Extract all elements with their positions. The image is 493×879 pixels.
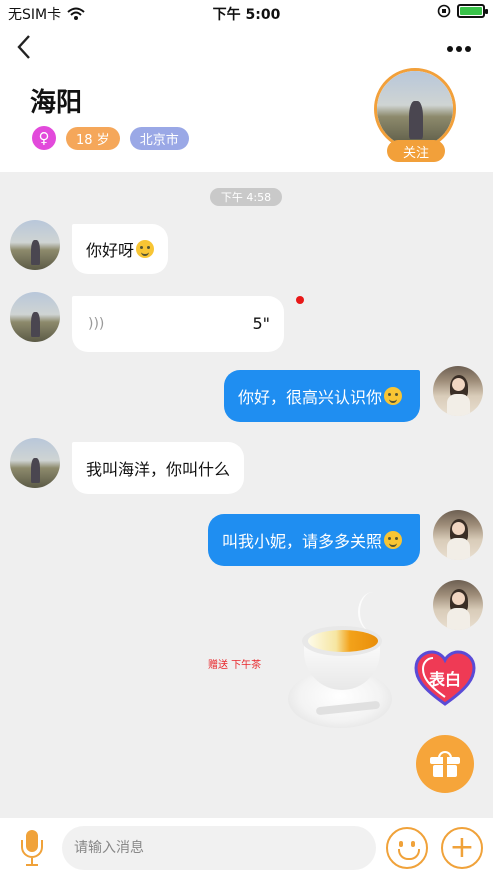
avatar[interactable] (433, 510, 483, 560)
chevron-left-icon (17, 35, 30, 59)
avatar[interactable] (10, 438, 60, 488)
gift-button[interactable] (416, 735, 474, 793)
input-bar: + (0, 818, 493, 879)
voice-message-bubble[interactable]: ))) 5" (72, 296, 284, 352)
unread-dot (296, 296, 304, 304)
age-badge: 18 岁 (66, 126, 120, 150)
gift-caption: 赠送 下午茶 (208, 660, 262, 671)
orientation-lock-icon (437, 4, 451, 18)
profile-header: 海阳 ♀ 18 岁 北京市 关注 (0, 26, 493, 172)
message-text: 你好呀 (86, 241, 135, 260)
profile-avatar[interactable] (374, 68, 456, 150)
plus-icon[interactable]: + (441, 827, 483, 869)
silly-emoji-icon (384, 387, 403, 405)
message-text: 你好，很高兴认识你 (238, 388, 383, 407)
profile-tags: ♀ 18 岁 北京市 (32, 126, 189, 150)
confess-button[interactable]: 表白 (414, 650, 476, 708)
chat-timestamp: 下午 4:58 (210, 188, 282, 206)
grin-emoji-icon (384, 531, 403, 549)
message-bubble[interactable]: 我叫海洋，你叫什么 (72, 442, 245, 494)
message-input[interactable] (62, 826, 376, 870)
message-text: 叫我小妮，请多多关照 (222, 532, 383, 551)
message-bubble[interactable]: 你好，很高兴认识你 (224, 370, 420, 422)
voice-wave-icon: ))) (88, 316, 105, 332)
status-right (437, 4, 488, 18)
female-icon: ♀ (32, 126, 56, 150)
status-time: 下午 5:00 (212, 7, 281, 23)
battery-icon (457, 4, 488, 18)
avatar[interactable] (10, 292, 60, 342)
city-badge: 北京市 (129, 126, 189, 150)
message-text: 我叫海洋，你叫什么 (86, 460, 231, 479)
smiley-icon[interactable] (386, 827, 428, 869)
more-button[interactable] (447, 32, 471, 58)
smile-emoji-icon (136, 240, 155, 258)
follow-button[interactable]: 关注 (387, 140, 445, 162)
afternoon-tea-gift-image[interactable] (286, 592, 396, 732)
avatar[interactable] (433, 580, 483, 630)
voice-duration: 5" (252, 314, 270, 333)
message-bubble[interactable]: 叫我小妮，请多多关照 (208, 514, 420, 566)
microphone-icon[interactable] (18, 828, 46, 868)
confess-label: 表白 (428, 670, 461, 689)
avatar[interactable] (433, 366, 483, 416)
more-dots-icon (447, 46, 471, 52)
avatar[interactable] (10, 220, 60, 270)
profile-name: 海阳 (30, 88, 83, 118)
message-bubble[interactable]: 你好呀 (72, 224, 169, 274)
back-button[interactable] (16, 34, 32, 66)
status-bar: 无SIM卡 下午 5:00 (0, 0, 493, 26)
chat-area[interactable]: 下午 4:58 你好呀 ))) 5" 你好，很高兴认识你 我叫海洋，你叫什么 叫… (0, 172, 493, 818)
gift-icon (430, 751, 460, 777)
